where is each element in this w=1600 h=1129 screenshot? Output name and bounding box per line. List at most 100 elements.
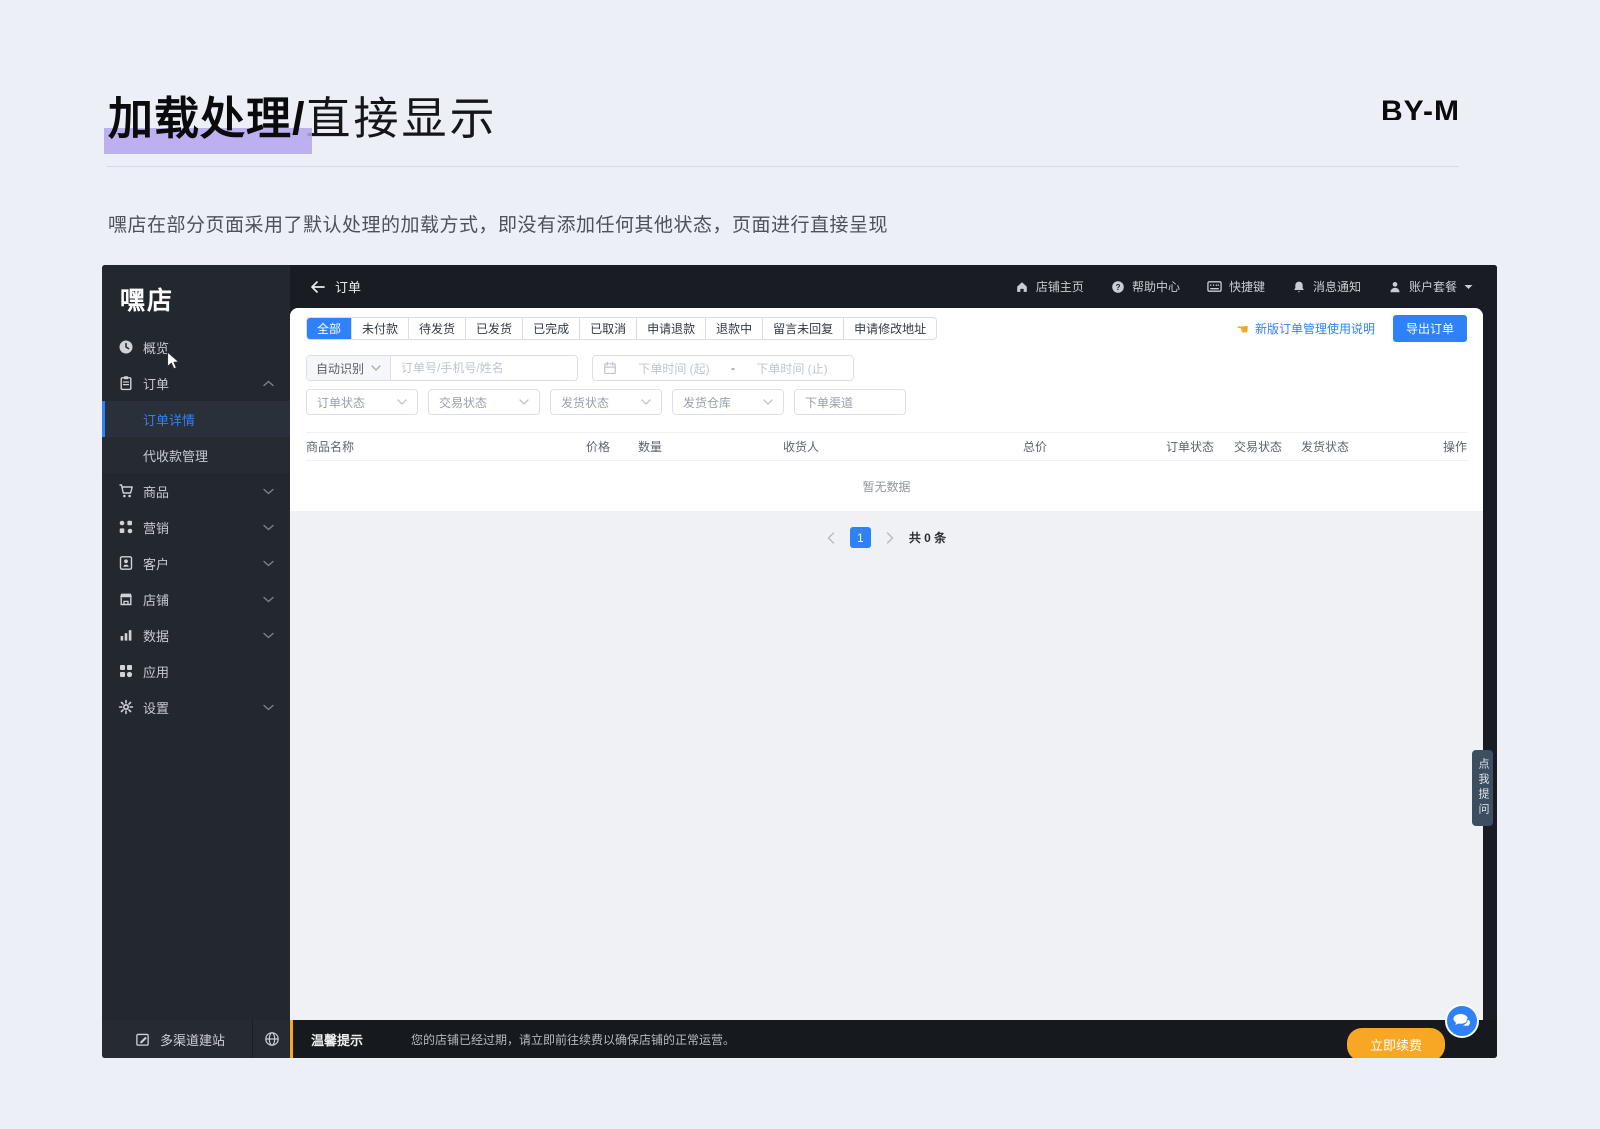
sidebar-subitem-collection-management[interactable]: 代收款管理 xyxy=(102,437,290,473)
topbar-link-label: 账户套餐 xyxy=(1408,280,1457,294)
sidebar-item-label: 商品 xyxy=(143,484,170,500)
tab-address-change[interactable]: 申请修改地址 xyxy=(843,318,937,339)
chevron-down-icon xyxy=(641,399,651,405)
storefront-icon xyxy=(120,593,132,606)
keyboard-icon xyxy=(1207,281,1222,292)
topbar-link-label: 店铺主页 xyxy=(1035,280,1084,294)
order-search-input[interactable] xyxy=(391,361,577,375)
topbar-link-notifications[interactable]: 消息通知 xyxy=(1292,278,1361,295)
sidebar-item-marketing[interactable]: 营销 xyxy=(102,509,290,545)
col-quantity: 数量 xyxy=(638,440,663,454)
prev-page-button[interactable] xyxy=(827,531,835,544)
chat-bubbles-icon xyxy=(1453,1014,1471,1028)
tab-to-ship[interactable]: 待发货 xyxy=(408,318,466,339)
col-price: 价格 xyxy=(586,440,611,454)
tab-refund-requested[interactable]: 申请退款 xyxy=(636,318,706,339)
ask-me-floating-tab[interactable]: 点我提问 xyxy=(1472,750,1493,826)
order-channel-input[interactable]: 下单渠道 xyxy=(794,389,906,415)
new-order-guide-link[interactable]: ☚ 新版订单管理使用说明 xyxy=(1236,320,1375,337)
col-actions: 操作 xyxy=(1442,440,1467,454)
sidebar-item-products[interactable]: 商品 xyxy=(102,473,290,509)
topbar-link-label: 快捷键 xyxy=(1228,280,1265,294)
sidebar-item-orders[interactable]: 订单 xyxy=(102,365,290,401)
search-type-value: 自动识别 xyxy=(316,361,365,376)
next-page-button[interactable] xyxy=(886,531,894,544)
topbar-link-shortcuts[interactable]: 快捷键 xyxy=(1207,278,1265,295)
date-separator: - xyxy=(731,361,735,375)
export-orders-button[interactable]: 导出订单 xyxy=(1392,315,1467,342)
chevron-up-icon xyxy=(263,380,274,386)
sidebar-item-shop[interactable]: 店铺 xyxy=(102,581,290,617)
language-globe-button[interactable] xyxy=(253,1020,290,1058)
tab-unpaid[interactable]: 未付款 xyxy=(351,318,409,339)
chevron-down-icon xyxy=(263,488,274,494)
notice-title: 温馨提示 xyxy=(311,1032,364,1048)
empty-state: 暂无数据 xyxy=(862,479,911,494)
col-order-status: 订单状态 xyxy=(1166,440,1215,454)
order-status-select[interactable]: 订单状态 xyxy=(306,389,418,415)
back-button[interactable]: 订单 xyxy=(310,277,361,296)
topbar-link-help-center[interactable]: ? 帮助中心 xyxy=(1111,278,1180,295)
warehouse-select[interactable]: 发货仓库 xyxy=(672,389,784,415)
table-header-row: 商品名称 价格 数量 收货人 总价 订单状态 交易状态 发货状态 操作 xyxy=(306,433,1467,461)
page-number[interactable]: 1 xyxy=(849,527,871,548)
sidebar-item-overview[interactable]: 概览 xyxy=(102,329,290,365)
trade-status-select[interactable]: 交易状态 xyxy=(428,389,540,415)
cart-icon xyxy=(119,484,133,498)
main-area: 订单 店铺主页 ? 帮助中心 快捷键 消息通知 账户套餐 全部 未付款 待发货 … xyxy=(290,265,1497,1020)
chevron-down-icon xyxy=(263,560,274,566)
multichannel-site-label: 多渠道建站 xyxy=(160,1032,226,1048)
topbar-link-account-plan[interactable]: 账户套餐 xyxy=(1388,278,1473,295)
globe-icon xyxy=(264,1032,279,1046)
topbar: 订单 店铺主页 ? 帮助中心 快捷键 消息通知 账户套餐 xyxy=(290,265,1497,308)
multichannel-site-button[interactable]: 多渠道建站 xyxy=(102,1020,253,1058)
caret-down-icon xyxy=(1464,284,1473,289)
sidebar-item-customers[interactable]: 客户 xyxy=(102,545,290,581)
guide-link-label: 新版订单管理使用说明 xyxy=(1254,322,1375,336)
chevron-down-icon xyxy=(371,365,381,371)
pagination: 1 共 0 条 xyxy=(290,527,1483,548)
back-arrow-icon xyxy=(311,280,325,293)
page-description: 嘿店在部分页面采用了默认处理的加载方式，即没有添加任何其他状态，页面进行直接呈现 xyxy=(108,215,889,236)
col-shipping-status: 发货状态 xyxy=(1301,440,1350,454)
col-recipient: 收货人 xyxy=(783,440,820,454)
total-count: 共 0 条 xyxy=(908,531,947,545)
shipping-status-select[interactable]: 发货状态 xyxy=(550,389,662,415)
topbar-link-shop-home[interactable]: 店铺主页 xyxy=(1015,278,1084,295)
pointing-hand-icon: ☚ xyxy=(1236,320,1249,337)
tab-shipped[interactable]: 已发货 xyxy=(465,318,523,339)
chevron-down-icon xyxy=(263,524,274,530)
page-crumb: 订单 xyxy=(335,280,362,295)
select-placeholder: 下单渠道 xyxy=(805,395,854,410)
mouse-cursor xyxy=(166,351,181,370)
chevron-down-icon xyxy=(263,704,274,710)
orders-table: 商品名称 价格 数量 收货人 总价 订单状态 交易状态 发货状态 操作 暂无数据 xyxy=(306,432,1467,511)
search-type-select[interactable]: 自动识别 xyxy=(307,356,392,380)
sidebar-item-label: 数据 xyxy=(143,628,170,644)
order-date-range-picker[interactable]: 下单时间 (起) - 下单时间 (止) xyxy=(592,355,854,381)
chat-support-button[interactable] xyxy=(1445,1004,1479,1038)
sidebar-item-label: 店铺 xyxy=(143,592,170,608)
expiry-notice: 温馨提示 您的店铺已经过期，请立即前往续费以确保店铺的正常运营。 立即续费 xyxy=(290,1004,1497,1058)
sidebar-subitem-order-detail[interactable]: 订单详情 xyxy=(102,401,290,437)
bottom-bar: 多渠道建站 温馨提示 您的店铺已经过期，请立即前往续费以确保店铺的正常运营。 立… xyxy=(102,1004,1497,1058)
tab-unreplied-messages[interactable]: 留言未回复 xyxy=(762,318,844,339)
tab-completed[interactable]: 已完成 xyxy=(522,318,580,339)
question-circle-icon: ? xyxy=(1112,280,1124,293)
tab-all[interactable]: 全部 xyxy=(307,318,352,339)
tab-refunding[interactable]: 退款中 xyxy=(705,318,763,339)
user-icon xyxy=(1390,281,1400,292)
edit-site-icon xyxy=(136,1033,149,1046)
renew-now-button[interactable]: 立即续费 xyxy=(1346,1028,1445,1058)
col-trade-status: 交易状态 xyxy=(1234,440,1283,454)
sidebar-item-data[interactable]: 数据 xyxy=(102,617,290,653)
notice-message: 您的店铺已经过期，请立即前往续费以确保店铺的正常运营。 xyxy=(411,1032,736,1047)
tab-cancelled[interactable]: 已取消 xyxy=(579,318,637,339)
sidebar-item-apps[interactable]: 应用 xyxy=(102,653,290,689)
topbar-links: 店铺主页 ? 帮助中心 快捷键 消息通知 账户套餐 xyxy=(1015,278,1473,295)
sidebar: 嘿店 概览 订单 订单详情 代收款管理 商品 营销 客户 店铺 数据 应用 设置 xyxy=(102,265,290,1020)
sidebar-item-settings[interactable]: 设置 xyxy=(102,689,290,725)
select-placeholder: 订单状态 xyxy=(317,395,366,410)
col-product-name: 商品名称 xyxy=(306,440,355,454)
chevron-down-icon xyxy=(263,596,274,602)
